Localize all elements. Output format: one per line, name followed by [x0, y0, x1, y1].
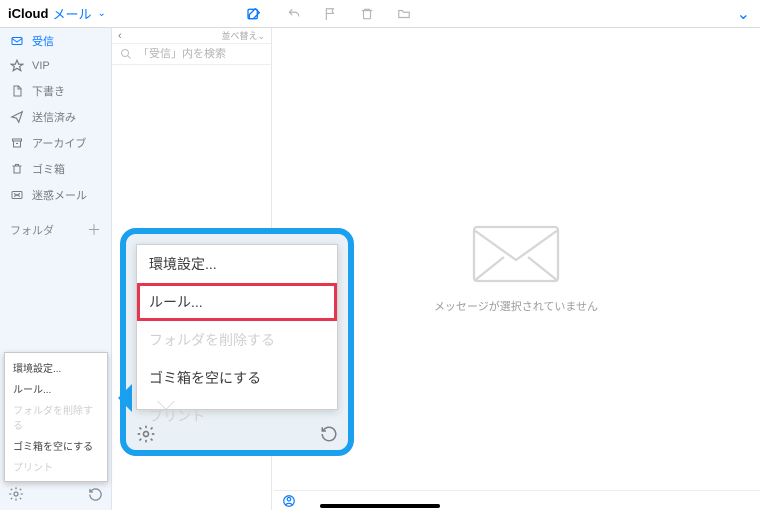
callout-arrow-icon: [104, 384, 132, 412]
trash-icon: [10, 162, 24, 176]
sort-label: 並べ替え: [221, 31, 257, 41]
menu-item-delete-folder: フォルダを削除する: [5, 399, 107, 435]
menu-item-empty-trash[interactable]: ゴミ箱を空にする: [137, 359, 337, 397]
chevron-down-icon: ⌄: [97, 8, 105, 19]
menu-item-empty-trash[interactable]: ゴミ箱を空にする: [5, 435, 107, 456]
archive-icon: [10, 136, 24, 150]
sidebar-item-label: 受信: [32, 33, 54, 49]
inbox-icon: [10, 34, 24, 48]
sidebar-item-inbox[interactable]: 受信: [0, 28, 111, 54]
chevron-down-icon[interactable]: ⌄: [737, 4, 760, 24]
search-input[interactable]: [138, 48, 263, 60]
junk-icon: [10, 188, 24, 202]
menu-item-preferences[interactable]: 環境設定...: [5, 357, 107, 378]
back-icon[interactable]: ‹: [118, 30, 122, 42]
gear-icon[interactable]: [136, 424, 156, 444]
flag-icon[interactable]: [324, 7, 338, 21]
reply-icon[interactable]: [286, 7, 302, 21]
sent-icon: [10, 110, 24, 124]
sidebar-section-folders: フォルダ ＋: [0, 214, 111, 246]
header-title[interactable]: iCloud メール ⌄: [0, 4, 112, 23]
menu-item-preferences[interactable]: 環境設定...: [137, 245, 337, 283]
compose-icon[interactable]: [246, 6, 262, 22]
gear-menu-small: 環境設定... ルール... フォルダを削除する ゴミ箱を空にする プリント: [4, 352, 108, 482]
add-folder-icon[interactable]: ＋: [87, 220, 101, 240]
sidebar-item-label: アーカイブ: [32, 135, 86, 151]
sidebar-item-sent[interactable]: 送信済み: [0, 104, 111, 130]
sidebar-item-drafts[interactable]: 下書き: [0, 78, 111, 104]
reload-icon[interactable]: [88, 487, 103, 502]
home-indicator: [320, 504, 440, 508]
folder-icon[interactable]: [396, 7, 412, 21]
envelope-icon: [470, 224, 562, 284]
gear-menu-large: 環境設定... ルール... フォルダを削除する ゴミ箱を空にする プリント: [136, 244, 338, 410]
brand-label: iCloud: [8, 6, 48, 21]
header-compose-area: [112, 6, 272, 22]
draft-icon: [10, 84, 24, 98]
sidebar-item-label: 送信済み: [32, 109, 76, 125]
menu-item-rules[interactable]: ルール...: [5, 378, 107, 399]
search-icon: [120, 48, 132, 60]
presence-icon[interactable]: [282, 494, 296, 508]
star-icon: [10, 59, 24, 73]
mail-label: メール: [52, 4, 91, 23]
menu-item-delete-folder: フォルダを削除する: [137, 321, 337, 359]
sidebar-item-archive[interactable]: アーカイブ: [0, 130, 111, 156]
reload-icon[interactable]: [320, 425, 338, 443]
callout-footer: [136, 424, 338, 444]
sidebar-item-label: ゴミ箱: [32, 161, 65, 177]
section-label: フォルダ: [10, 222, 54, 238]
sidebar-item-label: 下書き: [32, 83, 65, 99]
search-bar[interactable]: [112, 44, 271, 65]
callout-highlight: 環境設定... ルール... フォルダを削除する ゴミ箱を空にする プリント: [120, 228, 354, 456]
gear-icon[interactable]: [8, 486, 24, 502]
empty-state-text: メッセージが選択されていません: [434, 298, 598, 314]
menu-item-rules[interactable]: ルール...: [137, 283, 337, 321]
sidebar-item-label: 迷惑メール: [32, 187, 87, 203]
sort-button[interactable]: 並べ替え⌄: [221, 29, 265, 42]
menu-item-print: プリント: [5, 456, 107, 477]
list-toolbar: ‹ 並べ替え⌄: [112, 28, 271, 44]
sidebar-item-junk[interactable]: 迷惑メール: [0, 182, 111, 208]
window-header: iCloud メール ⌄ ⌄: [0, 0, 760, 28]
sidebar-item-trash[interactable]: ゴミ箱: [0, 156, 111, 182]
header-actions: ⌄: [272, 4, 760, 24]
sidebar-item-vip[interactable]: VIP: [0, 54, 111, 78]
sidebar-item-label: VIP: [32, 60, 50, 72]
trash-icon[interactable]: [360, 7, 374, 21]
